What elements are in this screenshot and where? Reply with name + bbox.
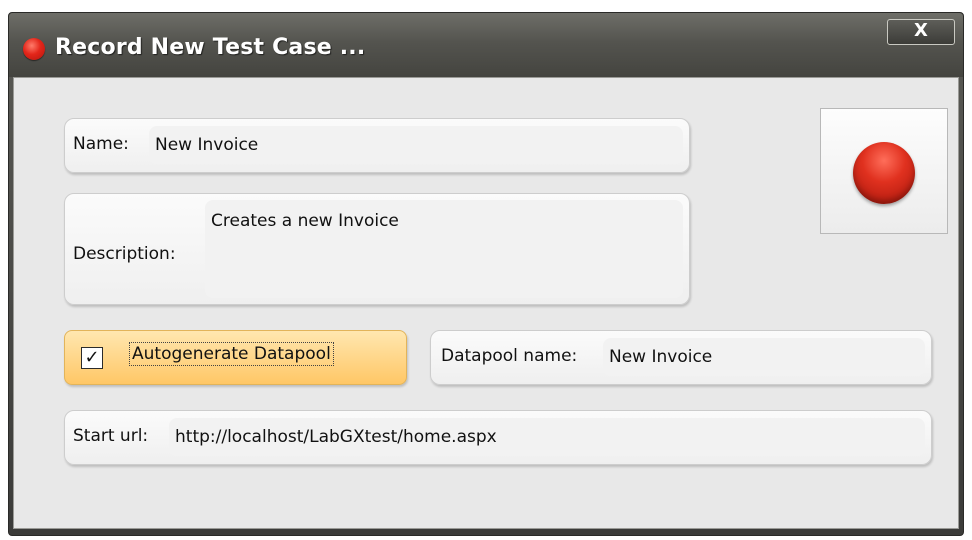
close-button[interactable]: X (887, 19, 955, 45)
record-button[interactable] (820, 108, 948, 234)
description-label: Description: (73, 244, 176, 264)
datapool-label: Datapool name: (441, 346, 578, 366)
record-icon (853, 142, 915, 204)
name-panel: Name: New Invoice (64, 118, 690, 173)
description-panel: Description: Creates a new Invoice (64, 193, 690, 305)
start-url-label: Start url: (73, 426, 149, 446)
datapool-name-input[interactable]: New Invoice (603, 338, 925, 376)
dialog-body: Name: New Invoice Description: Creates a… (13, 77, 959, 529)
start-url-panel: Start url: http://localhost/LabGXtest/ho… (64, 410, 932, 465)
datapool-panel: Datapool name: New Invoice (430, 330, 932, 385)
name-label: Name: (73, 134, 129, 154)
autogenerate-datapool-checkbox-panel[interactable]: ✓ Autogenerate Datapool (64, 330, 407, 385)
window-title: Record New Test Case ... (55, 35, 366, 60)
description-input[interactable]: Creates a new Invoice (205, 200, 683, 298)
autogenerate-checkbox[interactable]: ✓ (81, 347, 103, 369)
title-bar[interactable]: Record New Test Case ... X (9, 13, 963, 77)
record-dot-icon (23, 38, 45, 60)
start-url-input[interactable]: http://localhost/LabGXtest/home.aspx (169, 418, 925, 456)
name-input[interactable]: New Invoice (149, 126, 683, 164)
record-test-case-dialog: Record New Test Case ... X Name: New Inv… (8, 12, 964, 536)
autogenerate-label[interactable]: Autogenerate Datapool (129, 342, 334, 366)
